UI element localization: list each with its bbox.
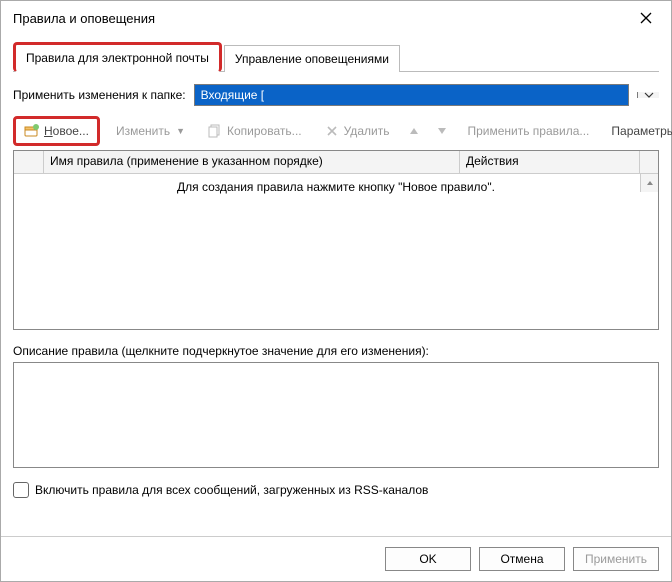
rules-table: Имя правила (применение в указанном поря… xyxy=(13,150,659,330)
highlight-new-button: Новое... xyxy=(13,116,100,146)
copy-icon xyxy=(207,123,223,139)
scroll-up-button[interactable] xyxy=(640,174,658,192)
tab-strip: Правила для электронной почты Управление… xyxy=(13,41,659,72)
rules-table-header: Имя правила (применение в указанном поря… xyxy=(14,151,658,174)
triangle-down-icon xyxy=(437,127,447,135)
new-rule-label: Новое... xyxy=(44,124,89,138)
folder-select[interactable]: Входящие [ xyxy=(194,84,629,106)
dialog-title: Правила и оповещения xyxy=(13,11,155,26)
new-rule-icon xyxy=(24,123,40,139)
move-down-button[interactable] xyxy=(433,124,451,138)
folder-dropdown-button[interactable] xyxy=(637,92,659,98)
delete-icon xyxy=(324,123,340,139)
copy-button[interactable]: Копировать... xyxy=(201,120,308,142)
delete-button[interactable]: Удалить xyxy=(318,120,396,142)
run-rules-button[interactable]: Применить правила... xyxy=(461,121,595,141)
rules-empty-placeholder: Для создания правила нажмите кнопку "Нов… xyxy=(14,174,658,194)
folder-row: Применить изменения к папке: Входящие [ xyxy=(13,84,659,106)
apply-button[interactable]: Применить xyxy=(573,547,659,571)
rules-table-body: Для создания правила нажмите кнопку "Нов… xyxy=(14,174,658,329)
col-checkbox[interactable] xyxy=(14,151,44,173)
rss-checkbox[interactable] xyxy=(13,482,29,498)
options-label: Параметры xyxy=(611,124,672,138)
toolbar: Новое... Изменить ▼ Копировать... Удалит… xyxy=(13,116,659,146)
copy-label: Копировать... xyxy=(227,124,302,138)
description-box[interactable] xyxy=(13,362,659,468)
close-button[interactable] xyxy=(631,7,661,29)
tab-manage-alerts[interactable]: Управление оповещениями xyxy=(224,45,400,72)
rss-row: Включить правила для всех сообщений, заг… xyxy=(13,482,659,498)
col-actions[interactable]: Действия xyxy=(460,151,640,173)
description-label: Описание правила (щелкните подчеркнутое … xyxy=(13,344,659,358)
rules-dialog: Правила и оповещения Правила для электро… xyxy=(0,0,672,582)
options-link[interactable]: Параметры xyxy=(605,121,672,141)
triangle-up-icon xyxy=(409,127,419,135)
new-rule-button[interactable]: Новое... xyxy=(18,120,95,142)
tab-label: Правила для электронной почты xyxy=(26,51,209,65)
rss-label: Включить правила для всех сообщений, заг… xyxy=(35,483,428,497)
folder-label: Применить изменения к папке: xyxy=(13,88,186,102)
ok-button[interactable]: OK xyxy=(385,547,471,571)
dialog-footer: OK Отмена Применить xyxy=(1,536,671,581)
col-name[interactable]: Имя правила (применение в указанном поря… xyxy=(44,151,460,173)
change-label: Изменить xyxy=(116,124,170,138)
move-up-button[interactable] xyxy=(405,124,423,138)
dialog-content: Правила для электронной почты Управление… xyxy=(1,35,671,536)
chevron-down-icon: ▼ xyxy=(176,126,185,136)
tab-label: Управление оповещениями xyxy=(235,52,389,66)
titlebar: Правила и оповещения xyxy=(1,1,671,35)
triangle-up-icon xyxy=(646,180,654,186)
col-scroll-gutter xyxy=(640,151,658,173)
delete-label: Удалить xyxy=(344,124,390,138)
cancel-button[interactable]: Отмена xyxy=(479,547,565,571)
folder-value: Входящие [ xyxy=(195,85,628,105)
change-button[interactable]: Изменить ▼ xyxy=(110,121,191,141)
close-icon xyxy=(640,12,652,24)
run-rules-label: Применить правила... xyxy=(467,124,589,138)
tab-email-rules[interactable]: Правила для электронной почты xyxy=(13,42,222,72)
chevron-down-icon xyxy=(644,92,654,98)
